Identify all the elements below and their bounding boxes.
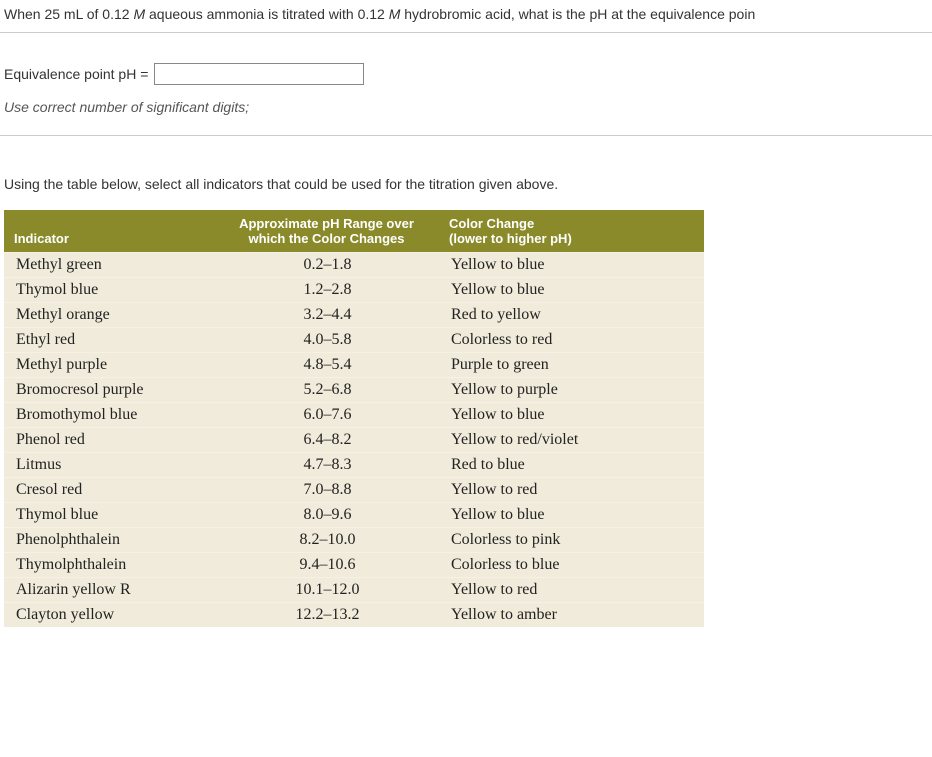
- table-row[interactable]: Clayton yellow12.2–13.2Yellow to amber: [4, 603, 704, 628]
- indicator-name: Methyl orange: [4, 303, 214, 328]
- indicator-color-change: Colorless to blue: [439, 553, 704, 578]
- table-row[interactable]: Ethyl red4.0–5.8Colorless to red: [4, 328, 704, 353]
- indicator-color-change: Yellow to purple: [439, 378, 704, 403]
- table-row[interactable]: Bromothymol blue6.0–7.6Yellow to blue: [4, 403, 704, 428]
- indicator-range: 4.7–8.3: [214, 453, 439, 478]
- table-row[interactable]: Alizarin yellow R10.1–12.0Yellow to red: [4, 578, 704, 603]
- indicator-color-change: Red to yellow: [439, 303, 704, 328]
- indicator-name: Bromothymol blue: [4, 403, 214, 428]
- indicator-color-change: Yellow to blue: [439, 278, 704, 303]
- table-row[interactable]: Litmus4.7–8.3Red to blue: [4, 453, 704, 478]
- question-text: When 25 mL of 0.12 M aqueous ammonia is …: [0, 0, 932, 33]
- answer-section: Equivalence point pH = Use correct numbe…: [0, 33, 932, 136]
- indicator-range: 1.2–2.8: [214, 278, 439, 303]
- table-instructions: Using the table below, select all indica…: [0, 136, 932, 210]
- indicator-range: 4.8–5.4: [214, 353, 439, 378]
- indicator-range: 6.0–7.6: [214, 403, 439, 428]
- table-row[interactable]: Thymolphthalein9.4–10.6Colorless to blue: [4, 553, 704, 578]
- indicator-color-change: Red to blue: [439, 453, 704, 478]
- table-row[interactable]: Phenolphthalein8.2–10.0Colorless to pink: [4, 528, 704, 553]
- indicator-name: Thymolphthalein: [4, 553, 214, 578]
- header-indicator: Indicator: [4, 210, 214, 253]
- indicator-name: Litmus: [4, 453, 214, 478]
- header-change-line1: Color Change: [449, 216, 694, 231]
- indicator-name: Alizarin yellow R: [4, 578, 214, 603]
- indicator-range: 9.4–10.6: [214, 553, 439, 578]
- indicator-name: Phenolphthalein: [4, 528, 214, 553]
- indicator-color-change: Yellow to amber: [439, 603, 704, 628]
- indicator-name: Clayton yellow: [4, 603, 214, 628]
- indicator-range: 10.1–12.0: [214, 578, 439, 603]
- indicator-name: Thymol blue: [4, 278, 214, 303]
- indicator-range: 4.0–5.8: [214, 328, 439, 353]
- indicator-name: Cresol red: [4, 478, 214, 503]
- answer-label: Equivalence point pH =: [4, 66, 148, 82]
- header-range: Approximate pH Range over which the Colo…: [214, 210, 439, 253]
- indicator-range: 8.0–9.6: [214, 503, 439, 528]
- indicator-range: 0.2–1.8: [214, 253, 439, 278]
- table-row[interactable]: Methyl green0.2–1.8Yellow to blue: [4, 253, 704, 278]
- indicator-name: Phenol red: [4, 428, 214, 453]
- header-change: Color Change (lower to higher pH): [439, 210, 704, 253]
- indicator-range: 8.2–10.0: [214, 528, 439, 553]
- indicator-table: Indicator Approximate pH Range over whic…: [4, 210, 704, 627]
- table-row[interactable]: Methyl orange3.2–4.4Red to yellow: [4, 303, 704, 328]
- table-row[interactable]: Bromocresol purple5.2–6.8Yellow to purpl…: [4, 378, 704, 403]
- indicator-name: Bromocresol purple: [4, 378, 214, 403]
- sig-digits-hint: Use correct number of significant digits…: [4, 99, 928, 115]
- indicator-color-change: Yellow to red: [439, 578, 704, 603]
- indicator-name: Thymol blue: [4, 503, 214, 528]
- question-part-3: hydrobromic acid, what is the pH at the …: [400, 6, 755, 22]
- indicator-color-change: Colorless to pink: [439, 528, 704, 553]
- indicator-range: 6.4–8.2: [214, 428, 439, 453]
- table-row[interactable]: Thymol blue8.0–9.6Yellow to blue: [4, 503, 704, 528]
- indicator-color-change: Yellow to red/violet: [439, 428, 704, 453]
- header-range-line2: which the Color Changes: [224, 231, 429, 246]
- indicator-name: Methyl purple: [4, 353, 214, 378]
- molarity-symbol-2: M: [389, 6, 401, 22]
- question-part-1: When 25 mL of 0.12: [4, 6, 133, 22]
- indicator-color-change: Yellow to blue: [439, 403, 704, 428]
- indicator-color-change: Colorless to red: [439, 328, 704, 353]
- answer-line: Equivalence point pH =: [4, 63, 928, 85]
- table-header-row: Indicator Approximate pH Range over whic…: [4, 210, 704, 253]
- indicator-name: Methyl green: [4, 253, 214, 278]
- indicator-range: 3.2–4.4: [214, 303, 439, 328]
- table-row[interactable]: Cresol red7.0–8.8Yellow to red: [4, 478, 704, 503]
- indicator-table-body: Methyl green0.2–1.8Yellow to blueThymol …: [4, 253, 704, 628]
- equivalence-ph-input[interactable]: [154, 63, 364, 85]
- indicator-range: 7.0–8.8: [214, 478, 439, 503]
- indicator-range: 5.2–6.8: [214, 378, 439, 403]
- indicator-color-change: Yellow to red: [439, 478, 704, 503]
- header-change-line2: (lower to higher pH): [449, 231, 694, 246]
- molarity-symbol-1: M: [133, 6, 145, 22]
- indicator-name: Ethyl red: [4, 328, 214, 353]
- indicator-table-wrap: Indicator Approximate pH Range over whic…: [0, 210, 932, 647]
- table-row[interactable]: Thymol blue1.2–2.8Yellow to blue: [4, 278, 704, 303]
- indicator-range: 12.2–13.2: [214, 603, 439, 628]
- header-range-line1: Approximate pH Range over: [224, 216, 429, 231]
- indicator-color-change: Yellow to blue: [439, 503, 704, 528]
- table-row[interactable]: Phenol red6.4–8.2Yellow to red/violet: [4, 428, 704, 453]
- table-row[interactable]: Methyl purple4.8–5.4Purple to green: [4, 353, 704, 378]
- question-part-2: aqueous ammonia is titrated with 0.12: [145, 6, 389, 22]
- indicator-color-change: Purple to green: [439, 353, 704, 378]
- indicator-color-change: Yellow to blue: [439, 253, 704, 278]
